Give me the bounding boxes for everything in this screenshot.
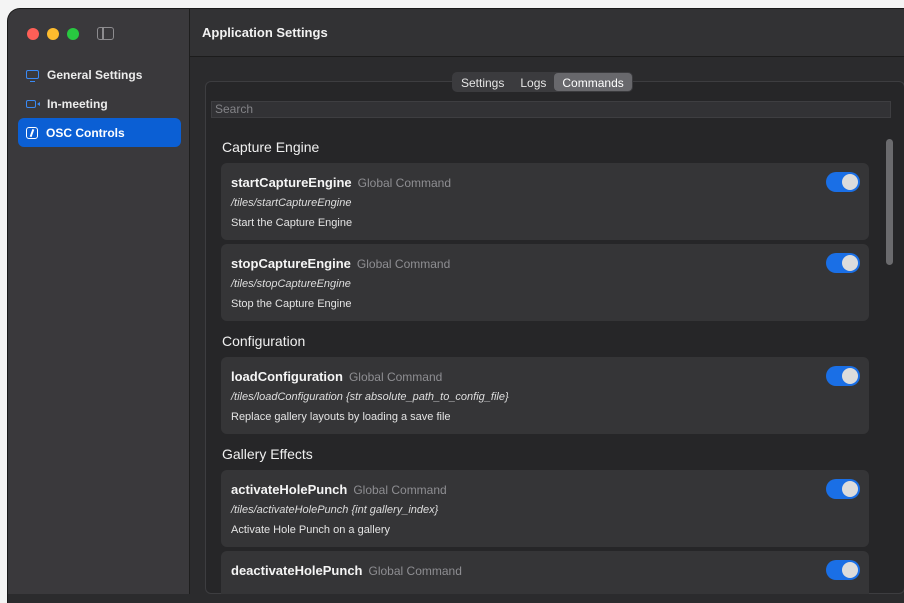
section-title: Capture Engine [222,139,320,155]
close-window-button[interactable] [27,28,39,40]
command-name: deactivateHolePunch [231,563,363,578]
command-scope: Global Command [356,257,451,271]
command-path: /tiles/loadConfiguration {str absolute_p… [231,391,509,403]
command-scope: Global Command [368,564,462,578]
command-enabled-toggle[interactable] [826,560,860,580]
sidebar-item-in-meeting[interactable]: In-meeting [18,89,181,118]
command-scope: Global Command [357,176,452,190]
monitor-icon [26,70,39,82]
command-enabled-toggle[interactable] [826,479,860,499]
command-path: /tiles/stopCaptureEngine [231,278,351,290]
tab-logs[interactable]: Logs [512,73,554,91]
command-name: activateHolePunch [231,482,348,497]
command-description: Activate Hole Punch on a gallery [231,524,390,536]
command-description: Stop the Capture Engine [231,298,352,310]
command-enabled-toggle[interactable] [826,253,860,273]
toggle-knob [842,255,858,271]
command-card: stopCaptureEngine Global Command /tiles/… [221,244,869,321]
command-description: Start the Capture Engine [231,217,353,229]
section-title: Configuration [222,333,306,349]
command-path: /tiles/startCaptureEngine [231,197,352,209]
scrollbar[interactable] [886,139,893,265]
command-scope: Global Command [348,370,443,384]
command-scope: Global Command [353,483,447,497]
commands-list: Capture Engine startCaptureEngine Global… [221,131,869,594]
command-name: stopCaptureEngine [231,256,351,271]
minimize-window-button[interactable] [47,28,59,40]
sidebar-item-general-settings[interactable]: General Settings [18,60,181,89]
toggle-knob [842,174,858,190]
page-title: Application Settings [190,9,904,57]
main-content: Application Settings Settings Logs Comma… [190,9,904,594]
sidebar-item-label: In-meeting [47,96,108,111]
toggle-knob [842,481,858,497]
tab-settings[interactable]: Settings [453,73,512,91]
command-path: /tiles/activateHolePunch {int gallery_in… [231,504,439,516]
command-card: startCaptureEngine Global Command /tiles… [221,163,869,240]
sidebar: General Settings In-meeting OSC Controls [8,9,190,594]
slash-icon [26,126,38,139]
sidebar-item-osc-controls[interactable]: OSC Controls [18,118,181,147]
sidebar-item-label: General Settings [47,67,143,82]
command-card: loadConfiguration Global Command /tiles/… [221,357,869,434]
sidebar-item-label: OSC Controls [46,125,125,140]
sidebar-toggle-icon[interactable] [97,27,114,40]
section-title: Gallery Effects [222,446,313,462]
search-input[interactable]: Search [211,101,891,118]
command-card: deactivateHolePunch Global Command [221,551,869,594]
camera-icon [26,99,40,108]
command-card: activateHolePunch Global Command /tiles/… [221,470,869,547]
command-enabled-toggle[interactable] [826,366,860,386]
window-controls [27,28,79,40]
sidebar-nav: General Settings In-meeting OSC Controls [18,60,181,147]
command-name: startCaptureEngine [231,175,352,190]
zoom-window-button[interactable] [67,28,79,40]
toggle-knob [842,562,858,578]
app-window: General Settings In-meeting OSC Controls… [8,9,904,603]
command-description: Replace gallery layouts by loading a sav… [231,411,451,423]
toggle-knob [842,368,858,384]
command-enabled-toggle[interactable] [826,172,860,192]
tab-commands[interactable]: Commands [554,73,632,91]
command-name: loadConfiguration [231,369,343,384]
segmented-tabs: Settings Logs Commands [452,72,633,92]
